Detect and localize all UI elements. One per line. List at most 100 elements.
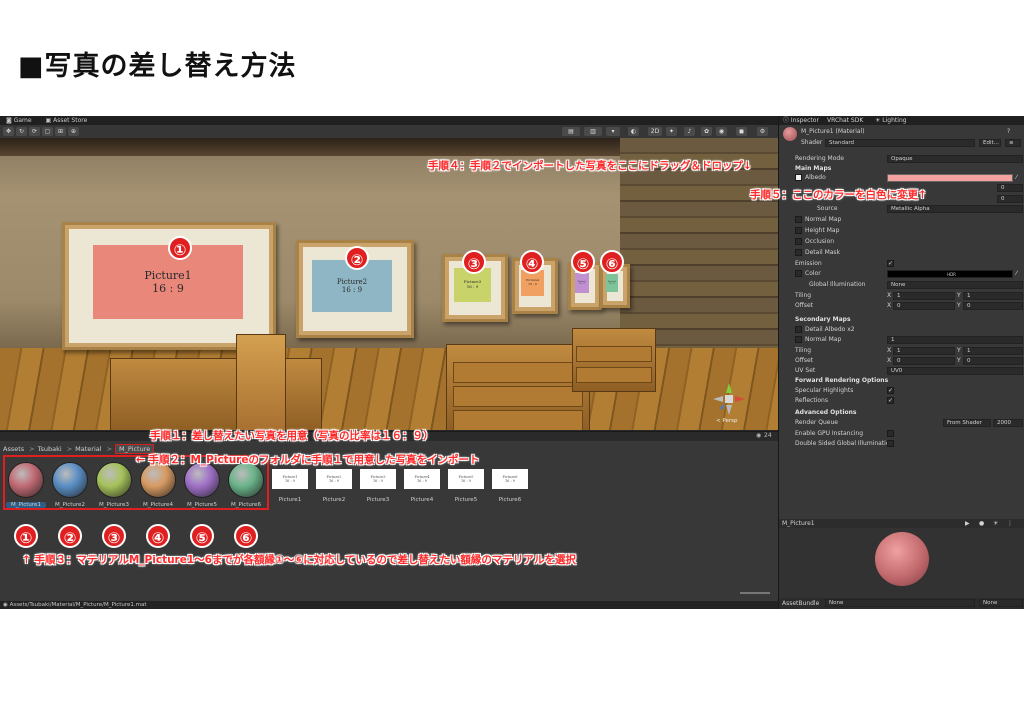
reflections-checkbox[interactable]: ✓ [887, 397, 894, 404]
tab-vrchat-sdk[interactable]: VRChat SDK [827, 116, 863, 125]
albedo-texture-slot[interactable] [795, 174, 802, 181]
thumb-line: 16 : 9 [504, 479, 516, 483]
texture-asset-3[interactable]: Picture3 16 : 9 Picture3 [358, 462, 398, 503]
edit-shader-button[interactable]: Edit... [979, 139, 1001, 147]
inspector-object-name: M_Picture1 (Material) [801, 128, 865, 135]
scale-tool-icon[interactable]: ▢ [42, 127, 53, 136]
secondary-tiling-x[interactable]: 1 [893, 347, 955, 355]
scene-viewport[interactable]: Picture1 16 : 9 Picture2 16 : 9 Picture3… [0, 138, 778, 430]
emission-map-slot[interactable] [795, 270, 802, 277]
material-number-2: ② [58, 524, 82, 548]
effects-icon[interactable]: ✿ [701, 127, 712, 136]
emission-color-field[interactable]: HDR [887, 270, 1013, 278]
metallic-value[interactable]: 0 [997, 184, 1023, 192]
tab-lighting-label: Lighting [882, 117, 907, 124]
tab-lighting[interactable]: ☀ Lighting [875, 116, 907, 125]
scene-orientation-gizmo[interactable] [712, 382, 746, 416]
frame-number-3: ③ [462, 250, 486, 274]
shader-menu-button[interactable]: ≡ [1005, 139, 1021, 147]
material-asset-6[interactable]: M_Picture6 [226, 462, 266, 508]
play-icon[interactable]: ▶ [965, 519, 970, 528]
secondary-normal-scale[interactable]: 1 [887, 336, 1023, 344]
secondary-offset-y[interactable]: 0 [963, 357, 1023, 365]
breadcrumb-material[interactable]: Material [75, 445, 101, 453]
tiling-x-field[interactable]: 1 [893, 292, 955, 300]
assetbundle-variant-dropdown[interactable]: None [979, 599, 1023, 607]
aspect-icon[interactable]: ▾ [606, 127, 620, 136]
preview-sphere-icon[interactable]: ● [979, 519, 984, 528]
drawer [576, 367, 652, 384]
render-queue-value[interactable]: 2000 [993, 419, 1023, 427]
specular-highlights-checkbox[interactable]: ✓ [887, 387, 894, 394]
visibility-icon[interactable]: ◉ [756, 432, 761, 439]
offset-x-label: X [887, 302, 892, 309]
material-number-5: ⑤ [190, 524, 214, 548]
lighting-icon[interactable]: ✦ [666, 127, 677, 136]
offset-y-field[interactable]: 0 [963, 302, 1023, 310]
hidden-objects-icon[interactable]: ◉ [716, 127, 727, 136]
toggle-2d-button[interactable]: 2D [648, 127, 662, 136]
texture-asset-2[interactable]: Picture2 16 : 9 Picture2 [314, 462, 354, 503]
offset-x-field[interactable]: 0 [893, 302, 955, 310]
preview-menu-icon[interactable]: ⋮ [1007, 519, 1013, 528]
texture-asset-5[interactable]: Picture5 16 : 9 Picture5 [446, 462, 486, 503]
transform-tool-icon[interactable]: ⊕ [68, 127, 79, 136]
source-dropdown[interactable]: Metallic Alpha [887, 205, 1023, 213]
tiling-y-field[interactable]: 1 [963, 292, 1023, 300]
tab-game[interactable]: ◙ Game [0, 116, 38, 125]
audio-icon[interactable]: ♪ [684, 127, 695, 136]
height-map-slot[interactable] [795, 227, 802, 234]
occlusion-slot[interactable] [795, 238, 802, 245]
uv-set-dropdown[interactable]: UV0 [887, 367, 1023, 375]
albedo-color-field[interactable] [887, 174, 1013, 182]
material-asset-2[interactable]: M_Picture2 [50, 462, 90, 508]
gizmos-icon[interactable]: ⚙ [757, 127, 768, 136]
breadcrumb-tsubaki[interactable]: Tsubaki [38, 445, 62, 453]
detail-mask-slot[interactable] [795, 249, 802, 256]
double-sided-gi-checkbox[interactable] [887, 440, 894, 447]
eyedropper-icon[interactable]: ⁄ [1016, 269, 1017, 279]
secondary-normal-map-slot[interactable] [795, 336, 802, 343]
normal-map-slot[interactable] [795, 216, 802, 223]
texture-asset-6[interactable]: Picture6 16 : 9 Picture6 [490, 462, 530, 503]
assetbundle-dropdown[interactable]: None [825, 599, 975, 607]
rect-tool-icon[interactable]: ⊞ [55, 127, 66, 136]
secondary-offset-x[interactable]: 0 [893, 357, 955, 365]
texture-asset-1[interactable]: Picture1 16 : 9 Picture1 [270, 462, 310, 503]
specular-highlights-label: Specular Highlights [795, 387, 854, 394]
persp-label[interactable]: < Persp [716, 418, 737, 424]
rendering-mode-dropdown[interactable]: Opaque [887, 155, 1023, 163]
material-asset-5[interactable]: M_Picture5 [182, 462, 222, 508]
material-asset-1[interactable]: M_Picture1 [6, 462, 46, 508]
globe-icon[interactable]: ◐ [628, 127, 639, 136]
move-tool-icon[interactable]: ↻ [16, 127, 27, 136]
tab-game-label: Game [13, 117, 32, 124]
draw-mode-icon[interactable]: ▤ [562, 127, 580, 136]
render-paths-icon[interactable]: ▥ [584, 127, 602, 136]
emission-checkbox[interactable]: ✓ [887, 260, 894, 267]
smoothness-value[interactable]: 0 [997, 195, 1023, 203]
render-queue-dropdown[interactable]: From Shader [943, 419, 991, 427]
material-asset-3[interactable]: M_Picture3 [94, 462, 134, 508]
tab-asset-store[interactable]: ▣ Asset Store [40, 116, 94, 125]
hand-tool-icon[interactable]: ✥ [3, 127, 14, 136]
rotate-tool-icon[interactable]: ⟳ [29, 127, 40, 136]
camera-icon[interactable]: ◼ [736, 127, 747, 136]
zoom-slider[interactable] [740, 592, 770, 594]
gpu-instancing-checkbox[interactable] [887, 430, 894, 437]
texture-thumbnail: Picture6 16 : 9 [492, 469, 528, 489]
shader-dropdown[interactable]: Standard [825, 139, 975, 147]
detail-albedo-slot[interactable] [795, 326, 802, 333]
texture-asset-4[interactable]: Picture4 16 : 9 Picture4 [402, 462, 442, 503]
tab-inspector[interactable]: ⓘ Inspector [783, 116, 819, 125]
help-icon[interactable]: ? [1007, 127, 1010, 136]
picture-4-ratio: 16 : 9 [528, 282, 537, 286]
texture-thumbnail: Picture3 16 : 9 [360, 469, 396, 489]
breadcrumb-assets[interactable]: Assets [3, 445, 24, 453]
material-preview[interactable] [779, 528, 1024, 598]
preview-light-icon[interactable]: ☀ [993, 519, 998, 528]
secondary-tiling-y[interactable]: 1 [963, 347, 1023, 355]
eyedropper-icon[interactable]: ⁄ [1016, 173, 1017, 183]
material-asset-4[interactable]: M_Picture4 [138, 462, 178, 508]
global-illumination-dropdown[interactable]: None [887, 281, 1023, 289]
